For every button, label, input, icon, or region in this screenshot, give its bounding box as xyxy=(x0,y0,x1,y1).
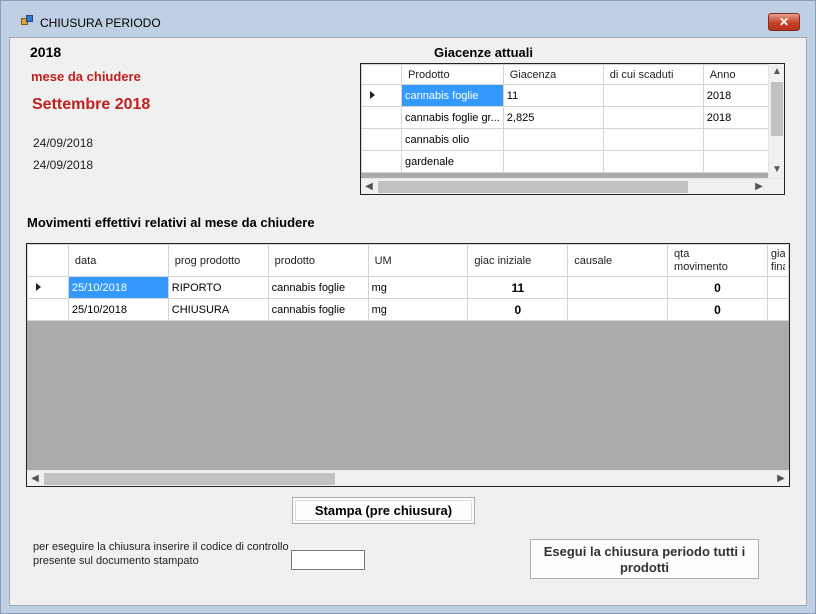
cell-di-cui-scaduti[interactable] xyxy=(602,84,704,107)
cell-di-cui-scaduti[interactable] xyxy=(602,106,704,129)
col-header-prodotto[interactable]: prodotto xyxy=(267,244,369,277)
stampa-pre-chiusura-button[interactable]: Stampa (pre chiusura) xyxy=(292,497,475,524)
control-code-input[interactable] xyxy=(291,550,365,570)
giacenze-horizontal-scrollbar[interactable]: ◀ ▶ xyxy=(361,178,784,194)
control-code-hint: per eseguire la chiusura inserire il cod… xyxy=(33,540,293,568)
col-header-giac-finale-label: gia fina xyxy=(770,247,785,273)
cell-anno[interactable] xyxy=(702,128,772,151)
cell-giacenza[interactable]: 2,825 xyxy=(502,106,604,129)
scroll-left-icon[interactable]: ◀ xyxy=(361,179,377,194)
cell-um[interactable]: mg xyxy=(367,298,469,321)
scroll-thumb[interactable] xyxy=(771,82,783,136)
row-selector[interactable] xyxy=(361,84,402,107)
row-selector[interactable] xyxy=(27,298,69,321)
row-header-corner xyxy=(27,244,69,277)
scroll-thumb[interactable] xyxy=(44,473,335,485)
esegui-chiusura-button[interactable]: Esegui la chiusura periodo tutti i prodo… xyxy=(530,539,759,579)
cell-giacenza[interactable]: 11 xyxy=(502,84,604,107)
scroll-up-icon[interactable]: ▲ xyxy=(769,64,784,80)
cell-giac-finale[interactable] xyxy=(766,276,789,299)
col-header-anno[interactable]: Anno xyxy=(702,64,772,85)
row-selector[interactable] xyxy=(361,150,402,173)
col-header-data[interactable]: data xyxy=(67,244,169,277)
button-focus-border xyxy=(295,500,472,521)
giacenze-header-row: Prodotto Giacenza di cui scaduti Anno xyxy=(361,64,772,85)
table-row[interactable]: cannabis foglie gr... 2,825 2018 xyxy=(361,106,772,129)
year-label: 2018 xyxy=(30,44,62,60)
table-row[interactable]: 25/10/2018 RIPORTO cannabis foglie mg 11… xyxy=(27,276,789,299)
mese-da-chiudere-label: mese da chiudere xyxy=(31,69,141,84)
cell-prodotto[interactable]: cannabis foglie xyxy=(267,276,369,299)
month-label: Settembre 2018 xyxy=(32,96,151,113)
row-pointer-icon xyxy=(36,282,41,291)
hint-line-2: presente sul documento stampato xyxy=(33,555,199,567)
app-window-icon xyxy=(21,15,34,27)
date-label-2: 24/09/2018 xyxy=(33,158,94,172)
scroll-right-icon[interactable]: ▶ xyxy=(751,179,767,194)
cell-prog-prodotto[interactable]: RIPORTO xyxy=(167,276,269,299)
col-header-um[interactable]: UM xyxy=(367,244,469,277)
cell-giacenza[interactable] xyxy=(502,128,604,151)
table-row[interactable]: cannabis olio xyxy=(361,128,772,151)
cell-prodotto[interactable]: gardenale xyxy=(401,150,504,173)
col-header-di-cui-scaduti[interactable]: di cui scaduti xyxy=(602,64,704,85)
giacenze-grid[interactable]: Prodotto Giacenza di cui scaduti Anno ca… xyxy=(360,63,785,195)
cell-di-cui-scaduti[interactable] xyxy=(602,150,704,173)
esegui-button-label-line-2: prodotti xyxy=(619,560,670,575)
col-header-causale[interactable]: causale xyxy=(567,244,669,277)
scroll-left-icon[interactable]: ◀ xyxy=(27,471,43,486)
scroll-thumb[interactable] xyxy=(378,181,688,193)
col-header-prodotto[interactable]: Prodotto xyxy=(401,64,504,85)
cell-um[interactable]: mg xyxy=(367,276,469,299)
col-header-giacenza[interactable]: Giacenza xyxy=(502,64,604,85)
cell-prog-prodotto[interactable]: CHIUSURA xyxy=(167,298,269,321)
scroll-down-icon[interactable]: ▼ xyxy=(769,162,784,178)
cell-di-cui-scaduti[interactable] xyxy=(602,128,704,151)
row-selector[interactable] xyxy=(361,106,402,129)
cell-giac-finale[interactable] xyxy=(766,298,789,321)
table-row[interactable]: gardenale xyxy=(361,150,772,173)
movimenti-title: Movimenti effettivi relativi al mese da … xyxy=(27,215,315,230)
title-bar: CHIUSURA PERIODO ✕ xyxy=(1,1,815,35)
scroll-right-icon[interactable]: ▶ xyxy=(773,471,789,486)
cell-giacenza[interactable] xyxy=(502,150,604,173)
col-header-prog-prodotto[interactable]: prog prodotto xyxy=(167,244,269,277)
col-header-qta-movimento-label: qta movimento xyxy=(674,247,728,273)
movimenti-horizontal-scrollbar[interactable]: ◀ ▶ xyxy=(27,470,789,486)
cell-giac-iniziale[interactable]: 11 xyxy=(467,276,569,299)
cell-causale[interactable] xyxy=(567,298,669,321)
close-button[interactable]: ✕ xyxy=(768,13,800,31)
cell-data[interactable]: 25/10/2018 xyxy=(67,276,169,299)
cell-qta-movimento[interactable]: 0 xyxy=(667,298,768,321)
cell-data[interactable]: 25/10/2018 xyxy=(67,298,169,321)
col-header-giac-finale[interactable]: gia fina xyxy=(766,244,789,277)
row-header-corner xyxy=(361,64,402,85)
cell-qta-movimento[interactable]: 0 xyxy=(667,276,768,299)
cell-prodotto[interactable]: cannabis foglie xyxy=(267,298,369,321)
col-header-giac-iniziale[interactable]: giac iniziale xyxy=(467,244,569,277)
cell-anno[interactable]: 2018 xyxy=(702,84,772,107)
row-selector[interactable] xyxy=(27,276,69,299)
cell-giac-iniziale[interactable]: 0 xyxy=(467,298,569,321)
cell-prodotto[interactable]: cannabis olio xyxy=(401,128,504,151)
movimenti-header-row: data prog prodotto prodotto UM giac iniz… xyxy=(27,244,789,277)
row-selector[interactable] xyxy=(361,128,402,151)
col-header-qta-movimento[interactable]: qta movimento xyxy=(667,244,768,277)
cell-prodotto[interactable]: cannabis foglie xyxy=(401,84,504,107)
table-row[interactable]: 25/10/2018 CHIUSURA cannabis foglie mg 0… xyxy=(27,298,789,321)
giacenze-vertical-scrollbar[interactable]: ▲ ▼ xyxy=(768,64,784,178)
window-title: CHIUSURA PERIODO xyxy=(40,16,161,30)
cell-prodotto[interactable]: cannabis foglie gr... xyxy=(401,106,504,129)
esegui-button-label-line-1: Esegui la chiusura periodo tutti i xyxy=(543,544,746,559)
giacenze-title: Giacenze attuali xyxy=(434,45,533,60)
movimenti-grid[interactable]: data prog prodotto prodotto UM giac iniz… xyxy=(26,243,790,487)
hint-line-1: per eseguire la chiusura inserire il cod… xyxy=(33,541,289,553)
row-pointer-icon xyxy=(370,90,375,99)
table-row[interactable]: cannabis foglie 11 2018 xyxy=(361,84,772,107)
cell-causale[interactable] xyxy=(567,276,669,299)
window: CHIUSURA PERIODO ✕ 2018 mese da chiudere… xyxy=(0,0,816,614)
cell-anno[interactable]: 2018 xyxy=(702,106,772,129)
date-label-1: 24/09/2018 xyxy=(33,136,94,150)
cell-anno[interactable] xyxy=(702,150,772,173)
